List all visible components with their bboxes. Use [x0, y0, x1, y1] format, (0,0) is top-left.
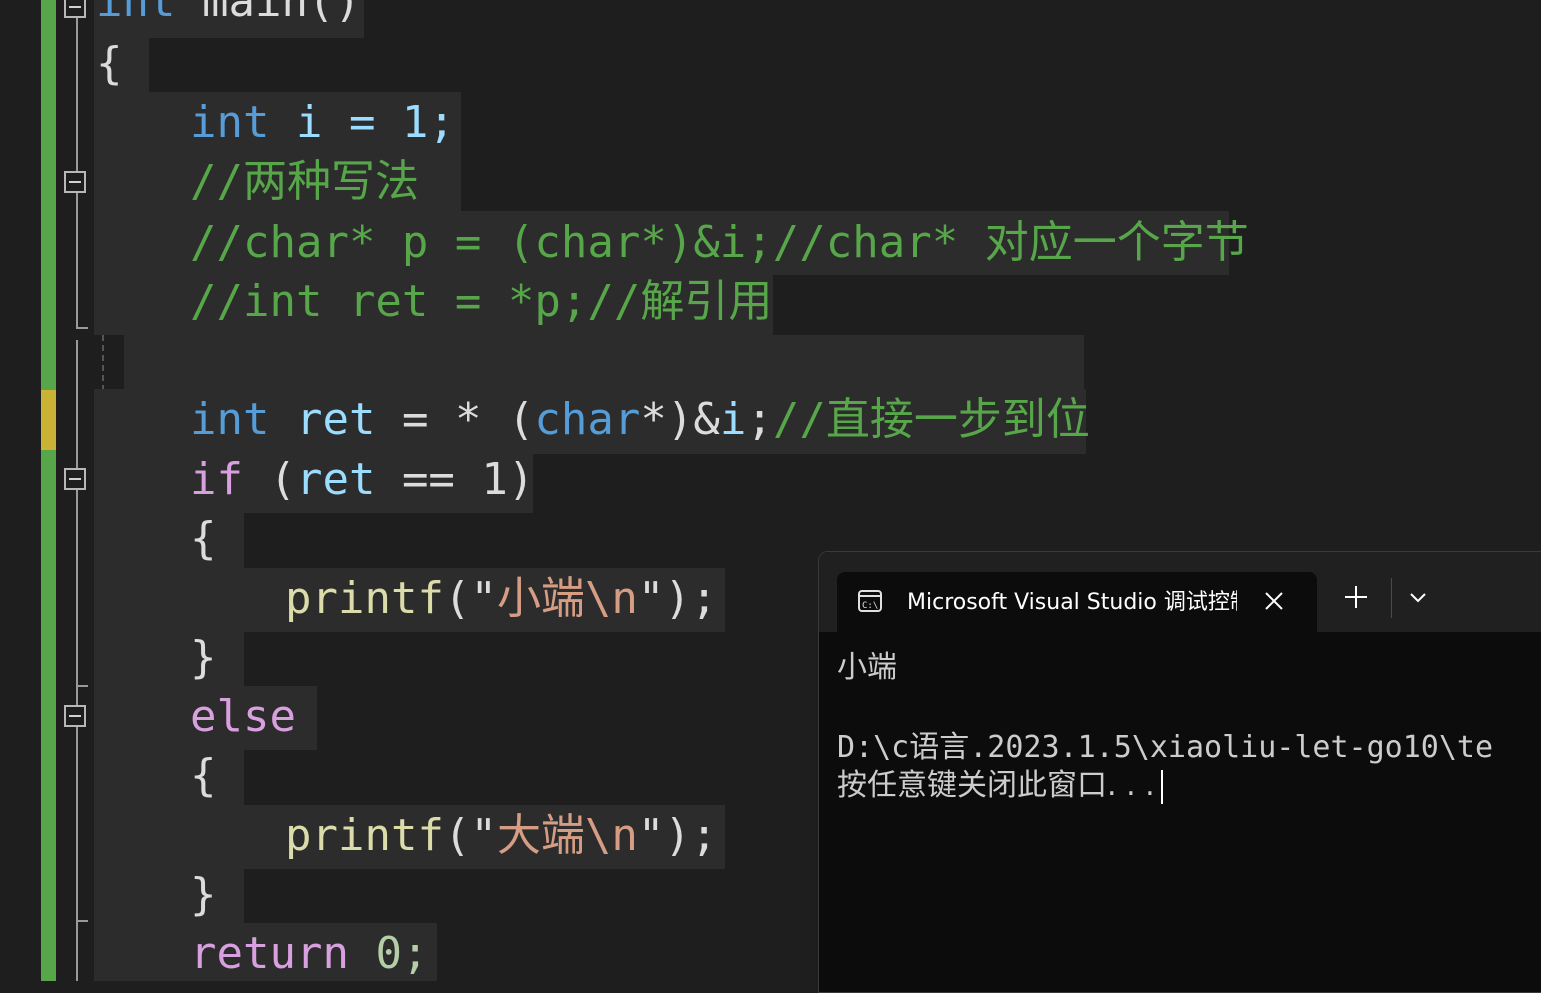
code-line-else[interactable]: else [190, 687, 296, 747]
terminal-tabstrip: C:\ Microsoft Visual Studio 调试控制台 [819, 552, 1541, 634]
code-line-comment[interactable]: //char* p = (char*)&i;//char* 对应一个字节 [190, 213, 1249, 273]
code-line-brace[interactable]: } [190, 628, 217, 688]
keyword-token: int [96, 0, 176, 27]
code-line-printf[interactable]: printf("大端\n"); [285, 806, 717, 866]
tab-divider [1391, 578, 1392, 618]
code-token: ") [637, 573, 691, 624]
code-token: ; [690, 573, 718, 624]
line-highlight [94, 750, 244, 805]
text-cursor [1160, 769, 1163, 804]
terminal-tab-title: Microsoft Visual Studio 调试控制台 [907, 590, 1237, 615]
variable-token: ret [295, 454, 376, 505]
comment-token: //直接一步到位 [772, 394, 1090, 445]
string-token: 小端\n [496, 573, 638, 624]
code-line-brace[interactable]: { [190, 746, 217, 806]
plus-icon[interactable] [1339, 580, 1373, 614]
code-token: ; [746, 394, 773, 445]
code-token: ") [637, 810, 691, 861]
variable-token: i [719, 394, 747, 445]
terminal-tab[interactable]: C:\ Microsoft Visual Studio 调试控制台 [837, 572, 1317, 634]
function-token: printf [285, 573, 444, 624]
fold-toggle-if[interactable] [64, 468, 86, 490]
debug-console-window[interactable]: C:\ Microsoft Visual Studio 调试控制台 小端 D:\… [818, 551, 1541, 993]
fold-end-tick [76, 327, 88, 329]
fold-end-tick [76, 685, 88, 687]
function-token: printf [285, 810, 444, 861]
output-line: 小端 [837, 650, 897, 685]
chevron-down-icon[interactable] [1403, 586, 1433, 610]
code-line-return[interactable]: return 0; [190, 924, 428, 984]
line-highlight [94, 513, 244, 568]
code-token: 0; [348, 928, 429, 979]
output-path-line: D:\c语言.2023.1.5\xiaoliu-let-go10\te [837, 730, 1494, 765]
unsaved-change-marker [41, 390, 56, 450]
line-highlight [94, 869, 244, 923]
console-icon: C:\ [858, 590, 882, 612]
code-line-brace[interactable]: { [190, 509, 217, 569]
code-line-open-brace[interactable]: { [96, 34, 123, 94]
output-prompt-line: 按任意键关闭此窗口. . . [837, 766, 1163, 806]
svg-text:C:\: C:\ [862, 601, 878, 611]
prompt-text: 按任意键关闭此窗口. . . [837, 768, 1155, 803]
fold-toggle-comments[interactable] [64, 171, 86, 193]
code-line-brace[interactable]: } [190, 865, 217, 925]
code-token: *)& [640, 394, 720, 445]
fold-outline-main-2 [76, 340, 78, 981]
fold-end-tick [76, 920, 88, 922]
code-token: == 1) [375, 454, 535, 505]
keyword-token: if [190, 454, 243, 505]
code-token: (" [443, 573, 497, 624]
keyword-token: char [534, 394, 641, 445]
code-line-int-ret[interactable]: int ret = * (char*)&i;//直接一步到位 [190, 390, 1090, 450]
code-token: ( [242, 454, 296, 505]
terminal-output[interactable]: 小端 D:\c语言.2023.1.5\xiaoliu-let-go10\te 按… [837, 648, 1541, 992]
keyword-token: return [190, 928, 349, 979]
keyword-token: int [190, 394, 270, 445]
code-line-int-i[interactable]: int i = 1; [190, 93, 455, 153]
line-highlight [94, 632, 244, 686]
keyword-token: int [190, 97, 270, 148]
line-highlight [124, 335, 1084, 389]
code-token: (" [443, 810, 497, 861]
fold-toggle-else[interactable] [64, 705, 86, 727]
code-line-main-signature[interactable]: int main() [96, 0, 361, 32]
code-line-comment[interactable]: //两种写法 [190, 152, 419, 212]
string-token: 大端\n [496, 810, 638, 861]
close-icon[interactable] [1263, 590, 1285, 612]
code-token: ; [690, 810, 718, 861]
code-line-if[interactable]: if (ret == 1) [190, 450, 534, 510]
fold-toggle-main[interactable] [64, 0, 86, 18]
code-token: = * ( [375, 394, 535, 445]
code-token: i = 1; [269, 97, 455, 148]
code-token: main() [175, 0, 361, 27]
change-tracking-bar [41, 0, 56, 981]
code-line-comment[interactable]: //int ret = *p;//解引用 [190, 272, 772, 332]
variable-token: ret [295, 394, 376, 445]
code-line-printf[interactable]: printf("小端\n"); [285, 569, 717, 629]
